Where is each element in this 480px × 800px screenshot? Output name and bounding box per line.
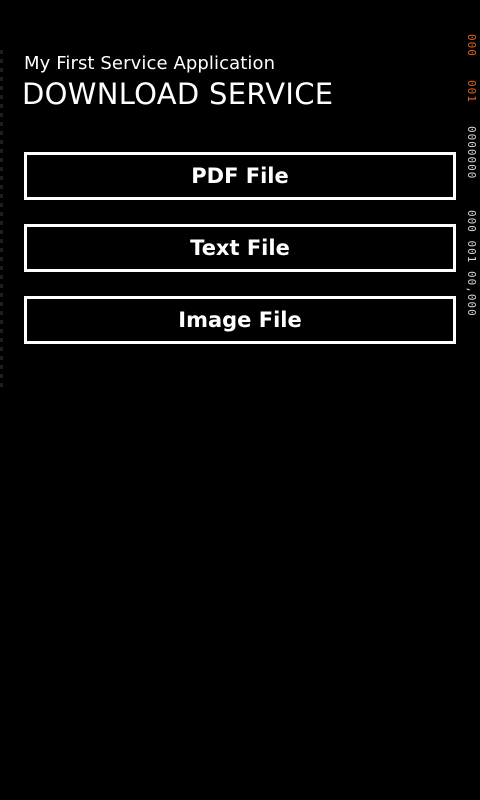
frame-rate-counter: 001: [465, 80, 478, 103]
image-file-button[interactable]: Image File: [24, 296, 456, 344]
page-title: DOWNLOAD SERVICE: [22, 77, 334, 111]
memory-counter: 0000000: [465, 126, 478, 180]
app-title: My First Service Application: [24, 53, 276, 74]
frame-rate-edge-marks: [0, 50, 3, 390]
pdf-file-button[interactable]: PDF File: [24, 152, 456, 200]
fill-rate-counter: 000 001 00,000: [465, 210, 478, 317]
frame-rate-counter: 000: [465, 34, 478, 57]
frame-rate-counters: 000 001 0000000 000 001 00,000: [462, 34, 480, 394]
text-file-button[interactable]: Text File: [24, 224, 456, 272]
